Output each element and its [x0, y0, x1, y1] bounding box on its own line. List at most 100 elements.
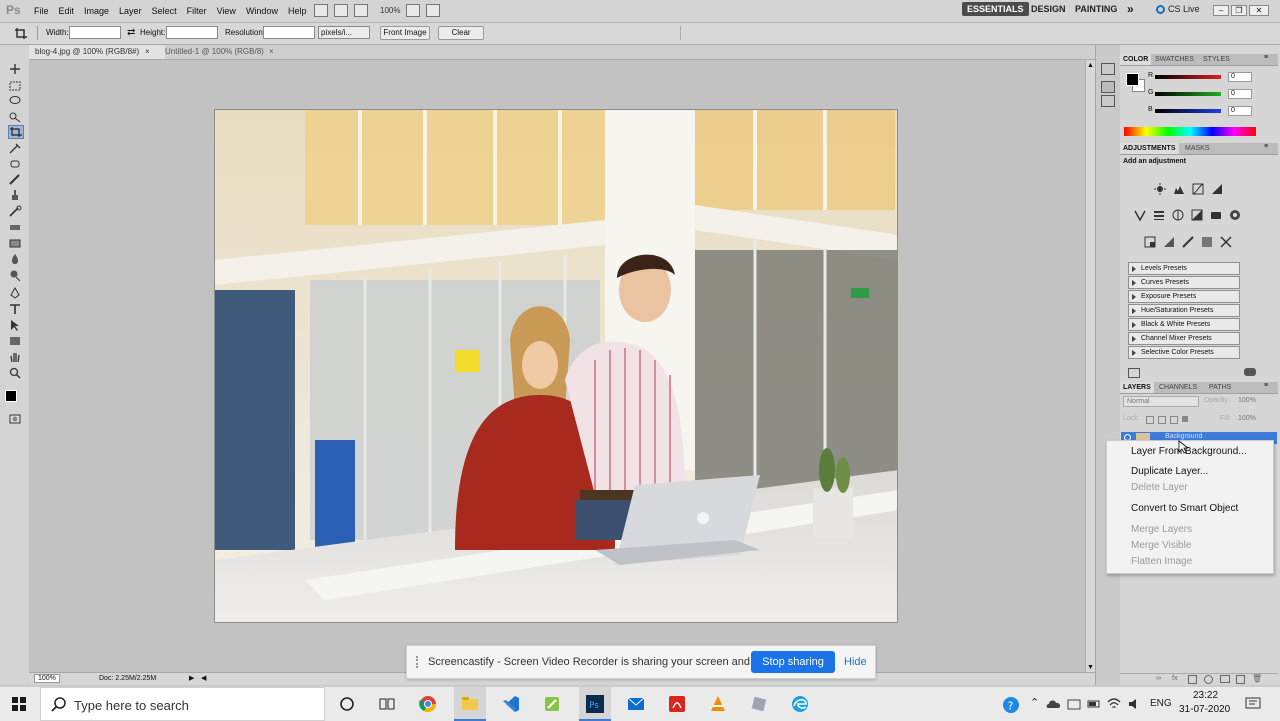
minimize-icon[interactable]: –	[1213, 5, 1229, 16]
menu-select[interactable]: Select	[152, 6, 185, 16]
brush-tool-icon[interactable]	[8, 173, 22, 185]
onedrive-icon[interactable]	[1046, 698, 1062, 710]
close-tab-icon[interactable]: ×	[269, 45, 274, 59]
panel-menu-icon[interactable]: ≡	[1264, 382, 1268, 389]
menu-filter[interactable]: Filter	[187, 6, 215, 16]
channel-b-field[interactable]: 0	[1228, 106, 1252, 116]
opacity-field[interactable]: 100%	[1238, 397, 1256, 404]
pen-tool-icon[interactable]	[8, 286, 22, 299]
scroll-left-icon[interactable]: ◀	[201, 674, 206, 682]
width-field[interactable]	[69, 26, 121, 39]
tab-layers[interactable]: LAYERS	[1120, 382, 1154, 393]
channel-b-slider[interactable]	[1155, 109, 1221, 113]
gradient-tool-icon[interactable]	[8, 237, 22, 249]
layer-style-icon[interactable]: fx	[1172, 675, 1177, 682]
preset-black-white[interactable]: Black & White Presets	[1128, 318, 1240, 331]
workspace-essentials[interactable]: ESSENTIALS	[962, 2, 1029, 16]
quick-selection-tool-icon[interactable]	[8, 111, 22, 123]
clock-date[interactable]: 31-07-2020	[1179, 704, 1230, 715]
hand-tool-icon[interactable]	[8, 351, 22, 363]
foreground-color-swatch[interactable]	[1126, 73, 1139, 86]
battery-icon[interactable]	[1087, 698, 1101, 710]
screen-mode-icon[interactable]	[426, 4, 441, 17]
selective-color-icon[interactable]	[1220, 236, 1232, 248]
photo-filter-icon[interactable]	[1210, 209, 1222, 221]
actions-panel-icon[interactable]	[1101, 81, 1115, 93]
layer-name[interactable]: Background	[1165, 433, 1202, 440]
volume-icon[interactable]	[1127, 697, 1141, 711]
preset-channel-mixer[interactable]: Channel Mixer Presets	[1128, 332, 1240, 345]
more-workspaces-icon[interactable]: »	[1127, 2, 1134, 16]
channel-g-field[interactable]: 0	[1228, 89, 1252, 99]
black-white-icon[interactable]	[1191, 209, 1203, 221]
windows-start-icon[interactable]	[12, 697, 26, 711]
path-selection-tool-icon[interactable]	[8, 319, 22, 331]
menu-image[interactable]: Image	[84, 6, 117, 16]
preset-levels[interactable]: Levels Presets	[1128, 262, 1240, 275]
tray-app-icon[interactable]	[1067, 698, 1081, 710]
color-balance-icon[interactable]	[1172, 209, 1184, 221]
windows-app-icon[interactable]	[749, 694, 769, 714]
taskbar-photoshop[interactable]: Ps	[579, 687, 611, 721]
channel-r-slider[interactable]	[1155, 75, 1221, 79]
channel-r-field[interactable]: 0	[1228, 72, 1252, 82]
workspace-design[interactable]: DESIGN	[1031, 4, 1066, 14]
help-icon[interactable]: ?	[1002, 696, 1020, 714]
healing-brush-tool-icon[interactable]	[8, 158, 22, 170]
delete-layer-icon[interactable]: 🗑	[1252, 674, 1262, 683]
scroll-up-icon[interactable]: ▲	[1087, 62, 1094, 69]
preset-curves[interactable]: Curves Presets	[1128, 276, 1240, 289]
gradient-map-icon[interactable]	[1201, 236, 1213, 248]
curves-icon[interactable]	[1192, 183, 1204, 195]
adjustment-options-icon[interactable]	[1244, 368, 1256, 376]
drag-handle-icon[interactable]	[416, 656, 422, 668]
menu-edit[interactable]: Edit	[59, 6, 83, 16]
preset-hue-saturation[interactable]: Hue/Saturation Presets	[1128, 304, 1240, 317]
levels-icon[interactable]	[1173, 183, 1185, 195]
resolution-field[interactable]	[263, 26, 315, 39]
new-layer-icon[interactable]	[1236, 675, 1245, 684]
crop-tool-icon[interactable]	[8, 125, 24, 139]
wifi-icon[interactable]	[1107, 697, 1121, 711]
lasso-tool-icon[interactable]	[8, 95, 22, 107]
arrange-documents-icon[interactable]	[406, 4, 421, 17]
panel-menu-icon[interactable]: ≡	[1264, 143, 1268, 150]
preset-exposure[interactable]: Exposure Presets	[1128, 290, 1240, 303]
language-indicator[interactable]: ENG	[1150, 698, 1172, 709]
lock-all-icon[interactable]	[1182, 416, 1188, 422]
scroll-down-icon[interactable]: ▼	[1087, 664, 1094, 671]
close-icon[interactable]: ✕	[1249, 5, 1269, 16]
lock-position-icon[interactable]	[1170, 416, 1178, 424]
menu-item-layer-from-background[interactable]: Layer From Background...	[1131, 446, 1247, 457]
menu-item-duplicate-layer[interactable]: Duplicate Layer...	[1131, 466, 1208, 477]
shape-tool-icon[interactable]	[8, 335, 22, 347]
vlc-icon[interactable]	[708, 694, 728, 714]
outlook-icon[interactable]	[626, 694, 646, 714]
menu-view[interactable]: View	[217, 6, 244, 16]
vibrance-icon[interactable]	[1134, 209, 1146, 221]
stop-sharing-button[interactable]: Stop sharing	[751, 651, 835, 673]
menu-layer[interactable]: Layer	[119, 6, 150, 16]
resolution-unit-select[interactable]: pixels/i...	[318, 26, 370, 39]
cortana-icon[interactable]	[337, 694, 357, 714]
menu-window[interactable]: Window	[246, 6, 286, 16]
tab-masks[interactable]: MASKS	[1182, 143, 1213, 154]
document-canvas[interactable]	[214, 109, 898, 623]
return-to-list-icon[interactable]	[1128, 368, 1140, 378]
tab-swatches[interactable]: SWATCHES	[1152, 54, 1197, 65]
channel-mixer-icon[interactable]	[1229, 209, 1241, 221]
preset-selective-color[interactable]: Selective Color Presets	[1128, 346, 1240, 359]
blur-tool-icon[interactable]	[8, 253, 22, 265]
task-view-icon[interactable]	[377, 694, 397, 714]
clock-time[interactable]: 23:22	[1193, 690, 1218, 701]
front-image-button[interactable]: Front Image	[380, 26, 430, 40]
channel-g-slider[interactable]	[1155, 92, 1221, 96]
crop-tool-icon[interactable]	[14, 27, 28, 40]
add-mask-icon[interactable]	[1188, 675, 1197, 684]
history-brush-tool-icon[interactable]	[8, 205, 22, 217]
notes-panel-icon[interactable]	[1101, 95, 1115, 107]
eyedropper-tool-icon[interactable]	[8, 142, 22, 154]
edge-icon[interactable]	[790, 694, 810, 714]
menu-item-convert-to-smart-object[interactable]: Convert to Smart Object	[1131, 503, 1238, 514]
view-extras-icon[interactable]	[354, 4, 368, 17]
